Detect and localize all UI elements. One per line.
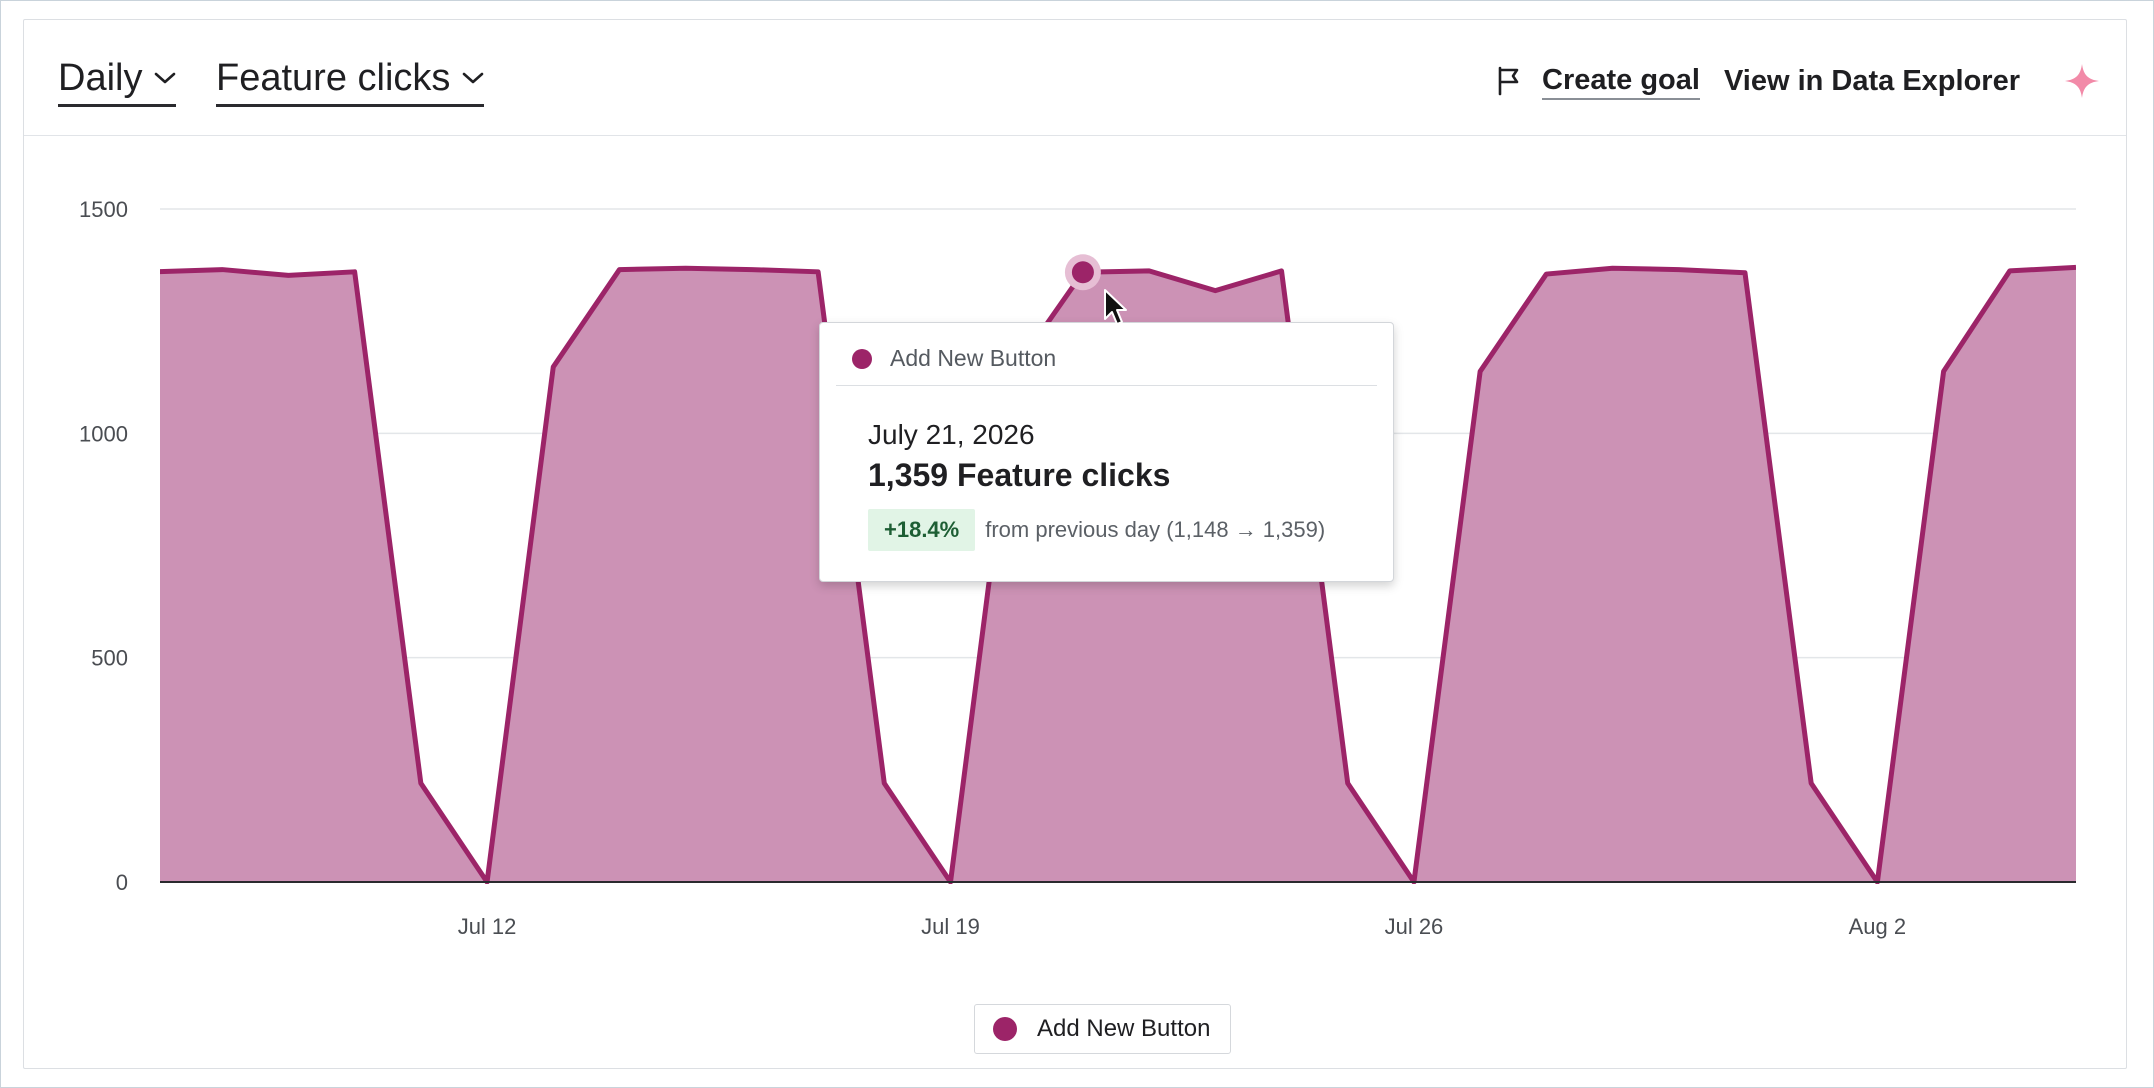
page-frame: Daily Feature clicks Create goal View in… [0, 0, 2154, 1088]
data-point[interactable] [1470, 361, 1490, 381]
highlighted-data-point [1071, 261, 1094, 284]
change-badge: +18.4% [868, 509, 976, 551]
data-point[interactable] [940, 872, 960, 892]
data-point[interactable] [1801, 773, 1821, 793]
data-point[interactable] [676, 258, 696, 278]
tooltip-date: July 21, 2026 [868, 419, 1035, 450]
data-point[interactable] [1669, 260, 1689, 280]
data-point[interactable] [2066, 257, 2086, 277]
x-tick-label: Jul 26 [1385, 914, 1444, 939]
data-point[interactable] [1205, 281, 1225, 301]
y-tick-label: 1500 [79, 197, 128, 222]
data-point[interactable] [874, 773, 894, 793]
data-point[interactable] [1934, 361, 1954, 381]
data-point[interactable] [1338, 773, 1358, 793]
x-tick-label: Jul 12 [458, 914, 517, 939]
data-point[interactable] [1272, 261, 1292, 281]
data-point[interactable] [1536, 264, 1556, 284]
legend-swatch [993, 1017, 1017, 1041]
x-tick-label: Jul 19 [921, 914, 980, 939]
x-tick-label: Aug 2 [1849, 914, 1907, 939]
change-description: from previous day (1,148 → 1,359) [985, 517, 1326, 542]
mouse-pointer-icon [1104, 289, 1127, 325]
data-point[interactable] [146, 262, 166, 282]
tooltip-change-row: +18.4% from previous day (1,148 → 1,359) [868, 509, 1325, 551]
data-point[interactable] [1603, 258, 1623, 278]
data-point[interactable] [742, 260, 762, 280]
data-point[interactable] [278, 265, 298, 285]
tooltip-value: 1,359 Feature clicks [868, 457, 1171, 493]
chart-tooltip: Add New Button July 21, 2026 1,359 Featu… [819, 322, 1394, 582]
y-tick-label: 0 [116, 870, 128, 895]
data-point[interactable] [2000, 261, 2020, 281]
data-point[interactable] [543, 357, 563, 377]
legend-item-add-new-button[interactable]: Add New Button [974, 1004, 1232, 1054]
data-point[interactable] [477, 872, 497, 892]
data-point[interactable] [212, 260, 232, 280]
y-tick-label: 500 [91, 646, 128, 671]
data-point[interactable] [1404, 872, 1424, 892]
legend-label: Add New Button [1037, 1015, 1211, 1042]
data-point[interactable] [1867, 872, 1887, 892]
tooltip-series-row: Add New Button [836, 341, 1377, 386]
data-point[interactable] [1139, 261, 1159, 281]
data-point[interactable] [609, 260, 629, 280]
tooltip-series-name: Add New Button [890, 345, 1057, 371]
data-point[interactable] [808, 262, 828, 282]
tooltip-series-dot [852, 349, 872, 369]
insight-card: Daily Feature clicks Create goal View in… [23, 19, 2127, 1069]
data-point[interactable] [1735, 263, 1755, 283]
y-tick-label: 1000 [79, 421, 128, 446]
data-point[interactable] [411, 773, 431, 793]
data-point[interactable] [345, 262, 365, 282]
